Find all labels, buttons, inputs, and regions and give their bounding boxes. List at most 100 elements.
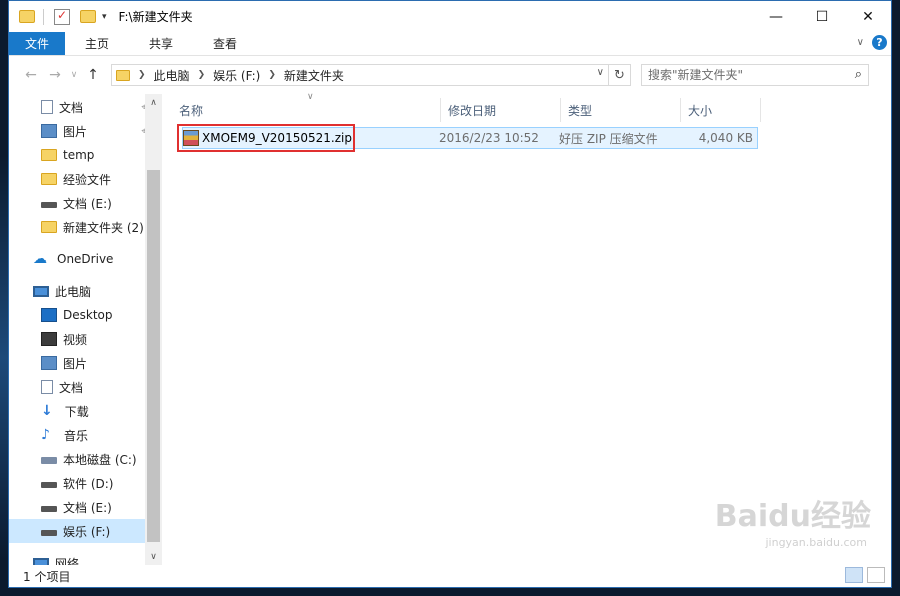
search-icon[interactable]: ⌕ <box>855 67 862 82</box>
customize-toolbar-dropdown-icon[interactable]: ▾ <box>102 12 107 22</box>
nav-item-music[interactable]: ♪ 音乐 <box>9 423 149 447</box>
expand-ribbon-chevron-icon[interactable]: ∨ <box>857 37 864 48</box>
nav-item-pictures[interactable]: 图片 <box>9 351 149 375</box>
column-size[interactable]: 大小 <box>681 98 761 122</box>
nav-item-drive-f[interactable]: 娱乐 (F:) <box>9 519 149 543</box>
nav-item-label: 软件 (D:) <box>63 476 114 491</box>
maximize-button[interactable]: ☐ <box>799 1 845 32</box>
nav-pane-scrollbar[interactable]: ∧ ∨ <box>145 94 162 565</box>
main-area: 文档 ⌖ 图片 ⌖ temp 经验文件 文档 ( <box>9 92 891 565</box>
nav-item-documents[interactable]: 文档 <box>9 375 149 399</box>
recent-locations-chevron-icon[interactable]: ∨ <box>67 70 81 80</box>
help-icon[interactable]: ? <box>872 35 887 50</box>
close-button[interactable]: ✕ <box>845 1 891 32</box>
column-header-row: 名称 修改日期 类型 大小 <box>172 98 761 122</box>
nav-item-label: 经验文件 <box>63 172 112 187</box>
nav-item-pictures-pinned[interactable]: 图片 ⌖ <box>9 119 149 143</box>
details-view-icon[interactable] <box>845 567 863 583</box>
nav-item-label: 新建文件夹 (2) <box>63 220 144 235</box>
tab-share[interactable]: 共享 <box>129 32 193 55</box>
folder-icon <box>41 173 57 185</box>
nav-item-desktop[interactable]: Desktop <box>9 303 149 327</box>
nav-item-videos[interactable]: 视频 <box>9 327 149 351</box>
picture-icon <box>41 124 57 138</box>
status-bar: 1 个项目 <box>9 565 891 587</box>
nav-item-drive-e[interactable]: 文档 (E:) <box>9 495 149 519</box>
breadcrumb-this-pc[interactable]: 此电脑 <box>154 67 190 84</box>
tab-home[interactable]: 主页 <box>65 32 129 55</box>
network-icon <box>33 557 49 565</box>
nav-item-onedrive[interactable]: ☁ OneDrive <box>9 247 149 271</box>
nav-item-label: 娱乐 (F:) <box>63 524 111 539</box>
navigation-pane: 文档 ⌖ 图片 ⌖ temp 经验文件 文档 ( <box>9 94 162 565</box>
address-bar[interactable]: ❯ 此电脑 ❯ 娱乐 (F:) ❯ 新建文件夹 ∨ ↻ <box>111 64 631 86</box>
nav-item-label: 视频 <box>63 332 88 347</box>
drive-icon <box>41 482 57 488</box>
system-drive-icon <box>41 457 57 464</box>
search-input[interactable] <box>648 68 838 82</box>
back-arrow-icon[interactable]: ← <box>19 67 43 83</box>
breadcrumb-separator-icon[interactable]: ❯ <box>198 70 206 80</box>
nav-item-label: 图片 <box>63 356 88 371</box>
view-switcher <box>845 567 885 583</box>
column-type[interactable]: 类型 <box>561 98 681 122</box>
nav-item-label: temp <box>63 148 95 162</box>
picture-icon <box>41 356 57 370</box>
explorer-window: ▾ F:\新建文件夹 — ☐ ✕ 文件 主页 共享 查看 ∨ ? ← → ∨ ↑… <box>8 0 892 588</box>
breadcrumb-current-folder[interactable]: 新建文件夹 <box>284 67 344 84</box>
nav-item-label: 网络 <box>55 556 80 566</box>
tab-file[interactable]: 文件 <box>9 32 65 55</box>
file-size: 4,040 KB <box>698 131 753 145</box>
nav-item-label: 下载 <box>64 404 89 419</box>
nav-item-drive-d[interactable]: 软件 (D:) <box>9 471 149 495</box>
forward-arrow-icon[interactable]: → <box>43 67 67 83</box>
nav-item-label: 此电脑 <box>55 284 92 299</box>
drive-icon <box>41 530 57 536</box>
drive-icon <box>41 202 57 208</box>
nav-item-experience-files[interactable]: 经验文件 <box>9 167 149 191</box>
title-bar: ▾ F:\新建文件夹 — ☐ ✕ <box>9 1 891 32</box>
nav-item-new-folder-2[interactable]: 新建文件夹 (2) <box>9 215 149 239</box>
nav-item-temp[interactable]: temp <box>9 143 149 167</box>
address-row: ← → ∨ ↑ ❯ 此电脑 ❯ 娱乐 (F:) ❯ 新建文件夹 ∨ ↻ ⌕ <box>9 56 891 94</box>
nav-item-drive-e-quick[interactable]: 文档 (E:) <box>9 191 149 215</box>
column-name[interactable]: 名称 <box>172 98 441 122</box>
breadcrumb-separator-icon[interactable]: ❯ <box>138 70 146 80</box>
new-folder-icon[interactable] <box>80 10 96 23</box>
baidu-watermark-logo: Baidu经验 <box>714 499 871 534</box>
nav-item-downloads[interactable]: ↓ 下载 <box>9 399 149 423</box>
nav-item-documents-pinned[interactable]: 文档 ⌖ <box>9 95 149 119</box>
computer-icon <box>33 285 49 297</box>
large-icons-view-icon[interactable] <box>867 567 885 583</box>
column-date-modified[interactable]: 修改日期 <box>441 98 561 122</box>
nav-item-this-pc[interactable]: 此电脑 <box>9 279 149 303</box>
ribbon-tabs: 文件 主页 共享 查看 ∨ ? <box>9 32 891 56</box>
properties-icon[interactable] <box>54 8 70 25</box>
breadcrumb-separator-icon[interactable]: ❯ <box>268 70 276 80</box>
scroll-up-arrow-icon[interactable]: ∧ <box>145 94 162 111</box>
refresh-icon[interactable]: ↻ <box>608 65 630 85</box>
up-arrow-icon[interactable]: ↑ <box>81 67 105 83</box>
scroll-down-arrow-icon[interactable]: ∨ <box>145 548 162 565</box>
minimize-button[interactable]: — <box>753 1 799 32</box>
nav-item-label: 图片 <box>63 124 88 139</box>
music-icon: ♪ <box>41 427 50 443</box>
file-list-pane: ∨ 名称 修改日期 类型 大小 XMOEM9_V20150521.zip 201… <box>162 92 891 565</box>
search-box[interactable]: ⌕ <box>641 64 869 86</box>
folder-icon <box>19 10 35 23</box>
file-row[interactable]: XMOEM9_V20150521.zip 2016/2/23 10:52 好压 … <box>177 124 758 152</box>
scrollbar-thumb[interactable] <box>147 170 160 542</box>
nav-item-drive-c[interactable]: 本地磁盘 (C:) <box>9 447 149 471</box>
breadcrumb-drive-f[interactable]: 娱乐 (F:) <box>213 67 260 84</box>
tab-view[interactable]: 查看 <box>193 32 257 55</box>
nav-item-label: 文档 <box>59 380 84 395</box>
nav-item-network[interactable]: 网络 <box>9 551 149 565</box>
quick-access-separator <box>43 8 44 25</box>
highlighted-file-name[interactable]: XMOEM9_V20150521.zip <box>177 124 355 152</box>
window-controls: — ☐ ✕ <box>753 1 891 32</box>
baidu-watermark-url: jingyan.baidu.com <box>765 536 867 549</box>
address-history-dropdown-icon[interactable]: ∨ <box>597 67 604 78</box>
nav-item-label: 文档 (E:) <box>63 196 112 211</box>
navigation-list: 文档 ⌖ 图片 ⌖ temp 经验文件 文档 ( <box>9 94 149 565</box>
cloud-icon: ☁ <box>33 251 47 267</box>
